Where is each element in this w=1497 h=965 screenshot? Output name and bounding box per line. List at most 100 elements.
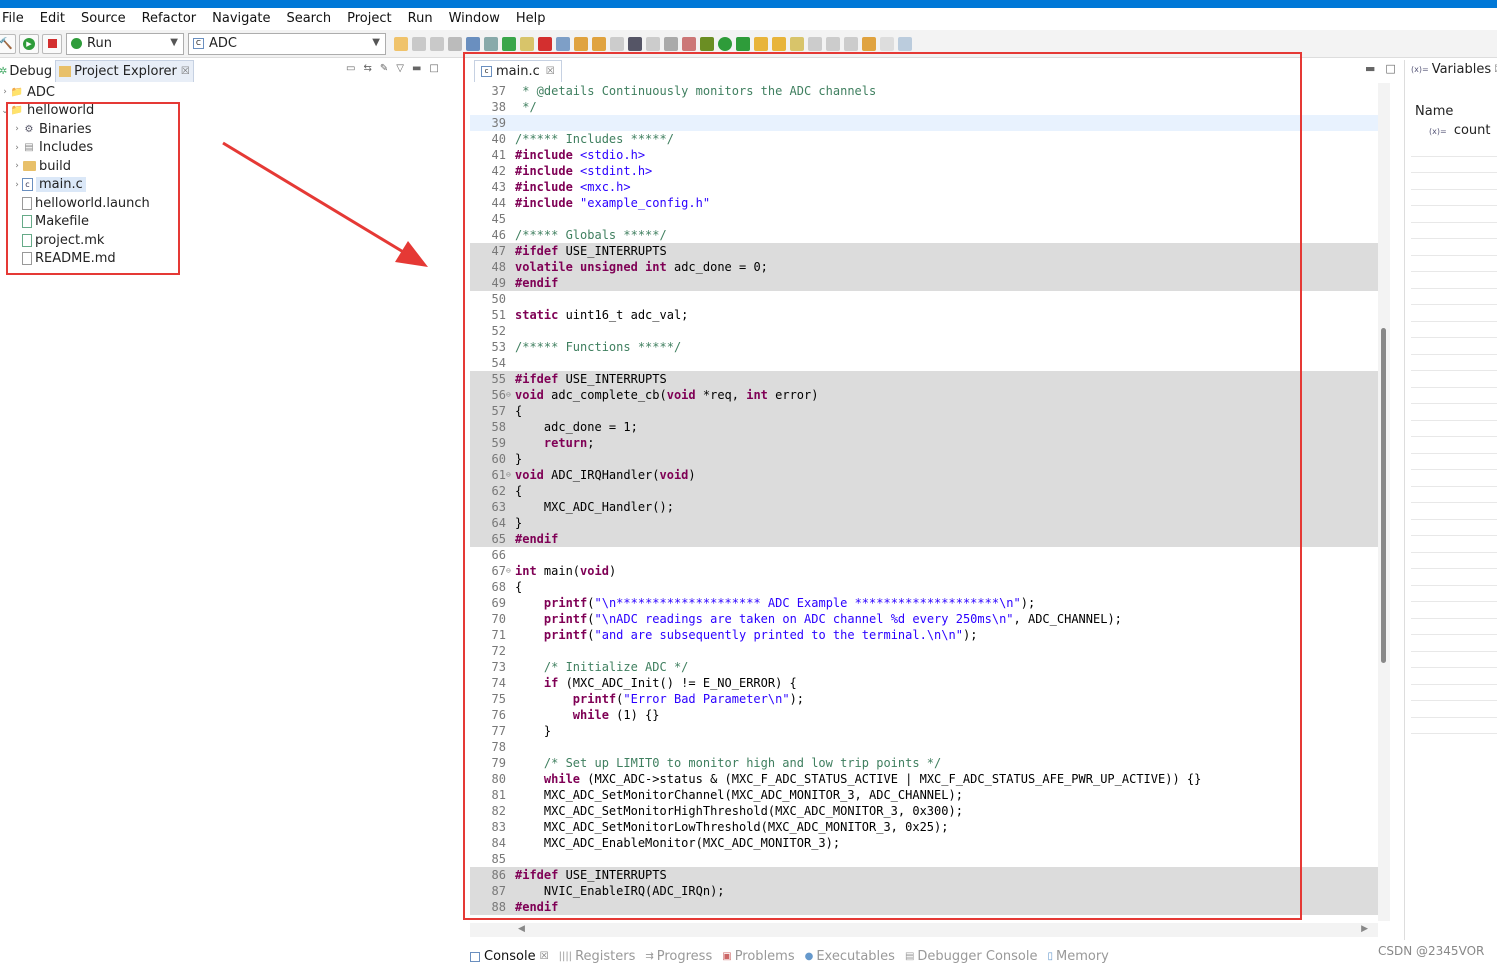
editor-horizontal-scrollbar[interactable]: ◀ ▶ xyxy=(470,923,1378,937)
maximize-icon[interactable]: □ xyxy=(1385,62,1395,75)
scrollbar-thumb[interactable] xyxy=(1381,328,1386,663)
variable-empty-row xyxy=(1411,322,1497,338)
registers-icon: |||| xyxy=(558,951,573,962)
variable-row-count[interactable]: (x)= count xyxy=(1429,123,1491,138)
drop-frame-icon[interactable] xyxy=(682,36,696,51)
annotation-icon[interactable] xyxy=(808,36,822,51)
tab-problems[interactable]: ▣ Problems xyxy=(722,949,794,964)
launch-stop-button[interactable] xyxy=(42,33,62,54)
menu-help[interactable]: Help xyxy=(508,8,554,30)
launch-target-combo[interactable]: C ADC ▼ xyxy=(188,32,386,55)
variable-empty-row xyxy=(1411,586,1497,602)
tab-debugger-console[interactable]: ▤ Debugger Console xyxy=(905,949,1038,964)
scroll-right-icon[interactable]: ▶ xyxy=(1361,924,1368,934)
save-icon[interactable] xyxy=(412,36,426,51)
variable-empty-row xyxy=(1411,685,1497,701)
next-annotation-icon[interactable] xyxy=(826,36,840,51)
open-folder-icon[interactable] xyxy=(772,36,786,51)
menu-edit[interactable]: Edit xyxy=(32,8,73,30)
instruction-step-icon[interactable] xyxy=(628,36,642,51)
tab-console[interactable]: Console ☒ xyxy=(470,949,549,964)
external-tools-icon[interactable] xyxy=(736,36,750,51)
variable-empty-row xyxy=(1411,602,1497,619)
minimize-icon[interactable]: ▬ xyxy=(1365,62,1375,75)
editor-window-controls: ▬ □ xyxy=(1365,62,1396,75)
menu-navigate[interactable]: Navigate xyxy=(204,8,278,30)
forward-icon[interactable] xyxy=(880,36,894,51)
back-icon[interactable] xyxy=(862,36,876,51)
view-menu-icon[interactable]: ▽ xyxy=(396,63,404,74)
step-over-icon[interactable] xyxy=(592,36,606,51)
pin-icon[interactable] xyxy=(790,36,804,51)
chevron-down-icon: ▼ xyxy=(170,36,178,48)
variable-empty-row xyxy=(1411,173,1497,190)
executables-icon: ● xyxy=(804,951,814,962)
menu-run[interactable]: Run xyxy=(400,8,441,30)
variable-empty-row xyxy=(1411,487,1497,503)
highlight-box-tree xyxy=(6,102,180,275)
restart-icon[interactable] xyxy=(664,36,678,51)
link-editor-icon[interactable]: ⇆ xyxy=(363,63,371,74)
debug-icon[interactable] xyxy=(700,36,714,51)
launch-target-label: ADC xyxy=(209,36,237,51)
terminate-icon[interactable] xyxy=(538,36,552,51)
tab-registers[interactable]: |||| Registers xyxy=(559,949,636,964)
c-project-icon: C xyxy=(193,38,204,49)
tree-item-adc[interactable]: › 📁 ADC xyxy=(0,83,462,102)
menu-search[interactable]: Search xyxy=(278,8,339,30)
variable-empty-row xyxy=(1411,305,1497,322)
editor-vertical-scrollbar[interactable] xyxy=(1378,83,1390,921)
minimize-icon[interactable]: ▬ xyxy=(412,63,421,74)
menu-source[interactable]: Source xyxy=(73,8,134,30)
disconnect-icon[interactable] xyxy=(556,36,570,51)
variable-empty-row xyxy=(1411,355,1497,371)
tab-variables[interactable]: (x)= Variables ☒ xyxy=(1411,62,1497,77)
tab-project-explorer[interactable]: Project Explorer ☒ xyxy=(55,60,194,82)
suspend-icon[interactable] xyxy=(520,36,534,51)
open-type-icon[interactable] xyxy=(754,36,768,51)
step-into-icon[interactable] xyxy=(574,36,588,51)
scroll-left-icon[interactable]: ◀ xyxy=(518,924,525,934)
build-icon[interactable]: 🔨 xyxy=(0,33,16,54)
collapse-all-icon[interactable]: ▭ xyxy=(346,63,355,74)
close-icon[interactable]: ☒ xyxy=(181,66,190,77)
print-icon[interactable] xyxy=(448,36,462,51)
variables-table-rows xyxy=(1411,140,1497,734)
debug-icon: ✲ xyxy=(0,65,8,77)
menu-project[interactable]: Project xyxy=(339,8,399,30)
step-return-icon[interactable] xyxy=(610,36,624,51)
bottom-view-tabs: Console ☒ |||| Registers ⇉ Progress ▣ Proble… xyxy=(470,948,1497,965)
menu-file[interactable]: File xyxy=(0,8,32,30)
maximize-icon[interactable]: □ xyxy=(429,63,438,74)
menu-refactor[interactable]: Refactor xyxy=(134,8,205,30)
variable-empty-row xyxy=(1411,470,1497,487)
watermark-text: CSDN @2345VOR xyxy=(1378,944,1485,958)
variable-empty-row xyxy=(1411,223,1497,239)
filter-icon[interactable]: ✎ xyxy=(380,63,388,74)
launch-run-button[interactable]: ▶ xyxy=(19,33,39,54)
maximize-icon[interactable] xyxy=(898,36,912,51)
save-all-icon[interactable] xyxy=(430,36,444,51)
variable-empty-row xyxy=(1411,272,1497,289)
highlight-box-editor xyxy=(463,52,1302,920)
variable-empty-row xyxy=(1411,239,1497,256)
close-icon[interactable]: ☒ xyxy=(540,951,549,962)
tab-progress[interactable]: ⇉ Progress xyxy=(645,949,712,964)
new-icon[interactable] xyxy=(394,36,408,51)
variable-empty-row xyxy=(1411,553,1497,569)
launch-mode-combo[interactable]: Run ▼ xyxy=(66,32,184,55)
project-folder-icon: 📁 xyxy=(10,86,24,98)
tab-memory[interactable]: ▯ Memory xyxy=(1047,949,1108,964)
skip-breakpoints-icon[interactable] xyxy=(484,36,498,51)
terminal-icon[interactable] xyxy=(466,36,480,51)
variable-empty-row xyxy=(1411,652,1497,668)
run-icon[interactable] xyxy=(718,36,732,51)
tab-debug[interactable]: ✲ Debug xyxy=(0,60,55,82)
menu-window[interactable]: Window xyxy=(441,8,508,30)
prev-annotation-icon[interactable] xyxy=(844,36,858,51)
launch-mode-label: Run xyxy=(87,36,112,51)
chevron-right-icon[interactable]: › xyxy=(0,87,10,97)
tab-executables[interactable]: ● Executables xyxy=(805,949,895,964)
use-step-filters-icon[interactable] xyxy=(646,36,660,51)
resume-icon[interactable] xyxy=(502,36,516,51)
